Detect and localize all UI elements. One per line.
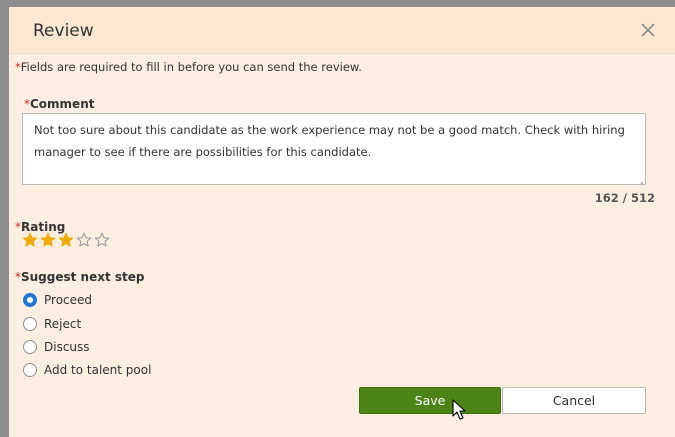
radio-option-proceed[interactable]: Proceed <box>23 291 92 309</box>
next-step-label-text: Suggest next step <box>21 270 145 284</box>
star-icon[interactable] <box>22 232 38 248</box>
star-icon[interactable] <box>40 232 56 248</box>
star-icon[interactable] <box>94 232 110 248</box>
cancel-button[interactable]: Cancel <box>502 387 646 414</box>
radio-button[interactable] <box>23 340 37 354</box>
character-counter: 162 / 512 <box>594 191 655 205</box>
radio-option-add-to-talent-pool[interactable]: Add to talent pool <box>23 361 151 379</box>
dialog-title: Review <box>33 21 94 41</box>
comment-label-text: Comment <box>30 97 95 111</box>
radio-option-reject[interactable]: Reject <box>23 315 81 333</box>
radio-label: Discuss <box>44 340 90 354</box>
radio-button[interactable] <box>23 317 37 331</box>
save-button[interactable]: Save <box>359 387 501 414</box>
comment-text: Not too sure about this candidate as the… <box>34 123 625 159</box>
star-icon[interactable] <box>76 232 92 248</box>
required-note-text: Fields are required to fill in before yo… <box>20 60 362 74</box>
star-icon[interactable] <box>58 232 74 248</box>
radio-label: Add to talent pool <box>44 363 152 377</box>
radio-button[interactable] <box>23 293 37 307</box>
radio-button[interactable] <box>23 363 37 377</box>
rating-stars[interactable] <box>22 232 110 250</box>
comment-textarea[interactable]: Not too sure about this candidate as the… <box>22 113 646 185</box>
next-step-label: *Suggest next step <box>15 270 145 284</box>
radio-option-discuss[interactable]: Discuss <box>23 338 90 356</box>
radio-label: Proceed <box>44 293 93 307</box>
close-icon[interactable] <box>639 21 657 39</box>
required-note: *Fields are required to fill in before y… <box>15 60 362 74</box>
radio-label: Reject <box>44 317 82 331</box>
resize-grip-icon[interactable] <box>635 174 644 184</box>
comment-label: *Comment <box>24 97 94 111</box>
dialog-header: Review <box>9 7 675 54</box>
